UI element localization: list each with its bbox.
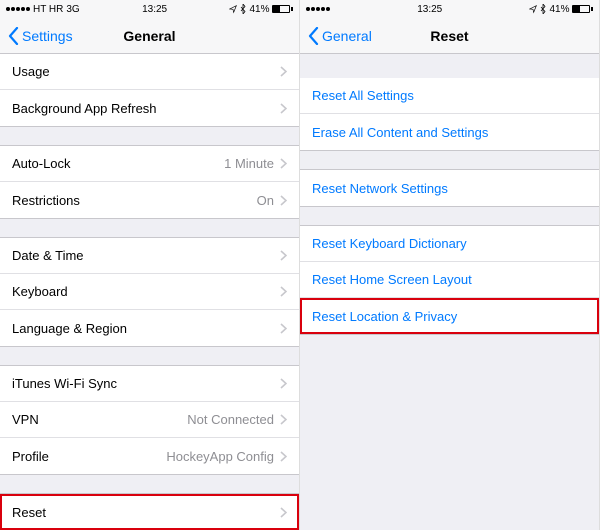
chevron-right-icon xyxy=(280,286,287,297)
row-reset-all-settings[interactable]: Reset All Settings xyxy=(300,78,599,114)
battery-icon xyxy=(272,5,293,13)
row-background-app-refresh[interactable]: Background App Refresh xyxy=(0,90,299,126)
chevron-right-icon xyxy=(280,103,287,114)
row-label: Keyboard xyxy=(12,284,280,299)
row-language-region[interactable]: Language & Region xyxy=(0,310,299,346)
row-reset[interactable]: Reset xyxy=(0,494,299,530)
row-vpn[interactable]: VPN Not Connected xyxy=(0,402,299,438)
row-keyboard[interactable]: Keyboard xyxy=(0,274,299,310)
row-value: Not Connected xyxy=(187,412,274,427)
row-label: Reset Location & Privacy xyxy=(312,309,587,324)
row-label: Date & Time xyxy=(12,248,280,263)
row-value: On xyxy=(257,193,274,208)
chevron-right-icon xyxy=(280,378,287,389)
row-label: iTunes Wi-Fi Sync xyxy=(12,376,280,391)
nav-bar: Settings General xyxy=(0,18,299,54)
chevron-right-icon xyxy=(280,451,287,462)
bluetooth-icon xyxy=(240,4,246,14)
reset-list: Reset All Settings Erase All Content and… xyxy=(300,54,599,530)
screen-reset: 13:25 41% General Reset Reset All Settin… xyxy=(300,0,600,530)
battery-icon xyxy=(572,5,593,13)
row-itunes-wifi-sync[interactable]: iTunes Wi-Fi Sync xyxy=(0,366,299,402)
settings-list: Usage Background App Refresh Auto-Lock 1… xyxy=(0,54,299,530)
row-label: Auto-Lock xyxy=(12,156,224,171)
signal-dots-icon xyxy=(306,7,330,11)
row-value: 1 Minute xyxy=(224,156,274,171)
chevron-right-icon xyxy=(280,158,287,169)
row-label: Reset Keyboard Dictionary xyxy=(312,236,587,251)
chevron-right-icon xyxy=(280,323,287,334)
row-usage[interactable]: Usage xyxy=(0,54,299,90)
nav-bar: General Reset xyxy=(300,18,599,54)
status-bar: 13:25 41% xyxy=(300,0,599,18)
bluetooth-icon xyxy=(540,4,546,14)
row-label: Background App Refresh xyxy=(12,101,280,116)
network-label: 3G xyxy=(66,4,79,15)
row-label: VPN xyxy=(12,412,187,427)
row-erase-all-content[interactable]: Erase All Content and Settings xyxy=(300,114,599,150)
row-reset-home-screen[interactable]: Reset Home Screen Layout xyxy=(300,262,599,298)
signal-dots-icon xyxy=(6,7,30,11)
row-label: Reset Home Screen Layout xyxy=(312,272,587,287)
row-datetime[interactable]: Date & Time xyxy=(0,238,299,274)
location-icon xyxy=(529,4,537,14)
battery-pct: 41% xyxy=(249,4,269,15)
chevron-right-icon xyxy=(280,507,287,518)
screen-general: HT HR 3G 13:25 41% Settings General Usag… xyxy=(0,0,300,530)
row-reset-location-privacy[interactable]: Reset Location & Privacy xyxy=(300,298,599,334)
chevron-right-icon xyxy=(280,414,287,425)
chevron-right-icon xyxy=(280,66,287,77)
row-reset-network[interactable]: Reset Network Settings xyxy=(300,170,599,206)
back-button[interactable]: General xyxy=(308,27,372,45)
row-label: Profile xyxy=(12,449,166,464)
carrier-label: HT HR xyxy=(33,4,63,15)
chevron-left-icon xyxy=(8,27,19,45)
battery-pct: 41% xyxy=(549,4,569,15)
row-label: Usage xyxy=(12,64,280,79)
row-reset-keyboard-dict[interactable]: Reset Keyboard Dictionary xyxy=(300,226,599,262)
row-label: Restrictions xyxy=(12,193,257,208)
chevron-right-icon xyxy=(280,195,287,206)
row-label: Erase All Content and Settings xyxy=(312,125,587,140)
status-time: 13:25 xyxy=(417,4,442,15)
back-label: Settings xyxy=(22,28,73,44)
row-profile[interactable]: Profile HockeyApp Config xyxy=(0,438,299,474)
back-button[interactable]: Settings xyxy=(8,27,73,45)
chevron-left-icon xyxy=(308,27,319,45)
row-label: Reset All Settings xyxy=(312,88,587,103)
row-restrictions[interactable]: Restrictions On xyxy=(0,182,299,218)
location-icon xyxy=(229,4,237,14)
row-autolock[interactable]: Auto-Lock 1 Minute xyxy=(0,146,299,182)
row-value: HockeyApp Config xyxy=(166,449,274,464)
back-label: General xyxy=(322,28,372,44)
chevron-right-icon xyxy=(280,250,287,261)
status-time: 13:25 xyxy=(142,4,167,15)
row-label: Reset Network Settings xyxy=(312,181,587,196)
row-label: Language & Region xyxy=(12,321,280,336)
status-bar: HT HR 3G 13:25 41% xyxy=(0,0,299,18)
row-label: Reset xyxy=(12,505,280,520)
